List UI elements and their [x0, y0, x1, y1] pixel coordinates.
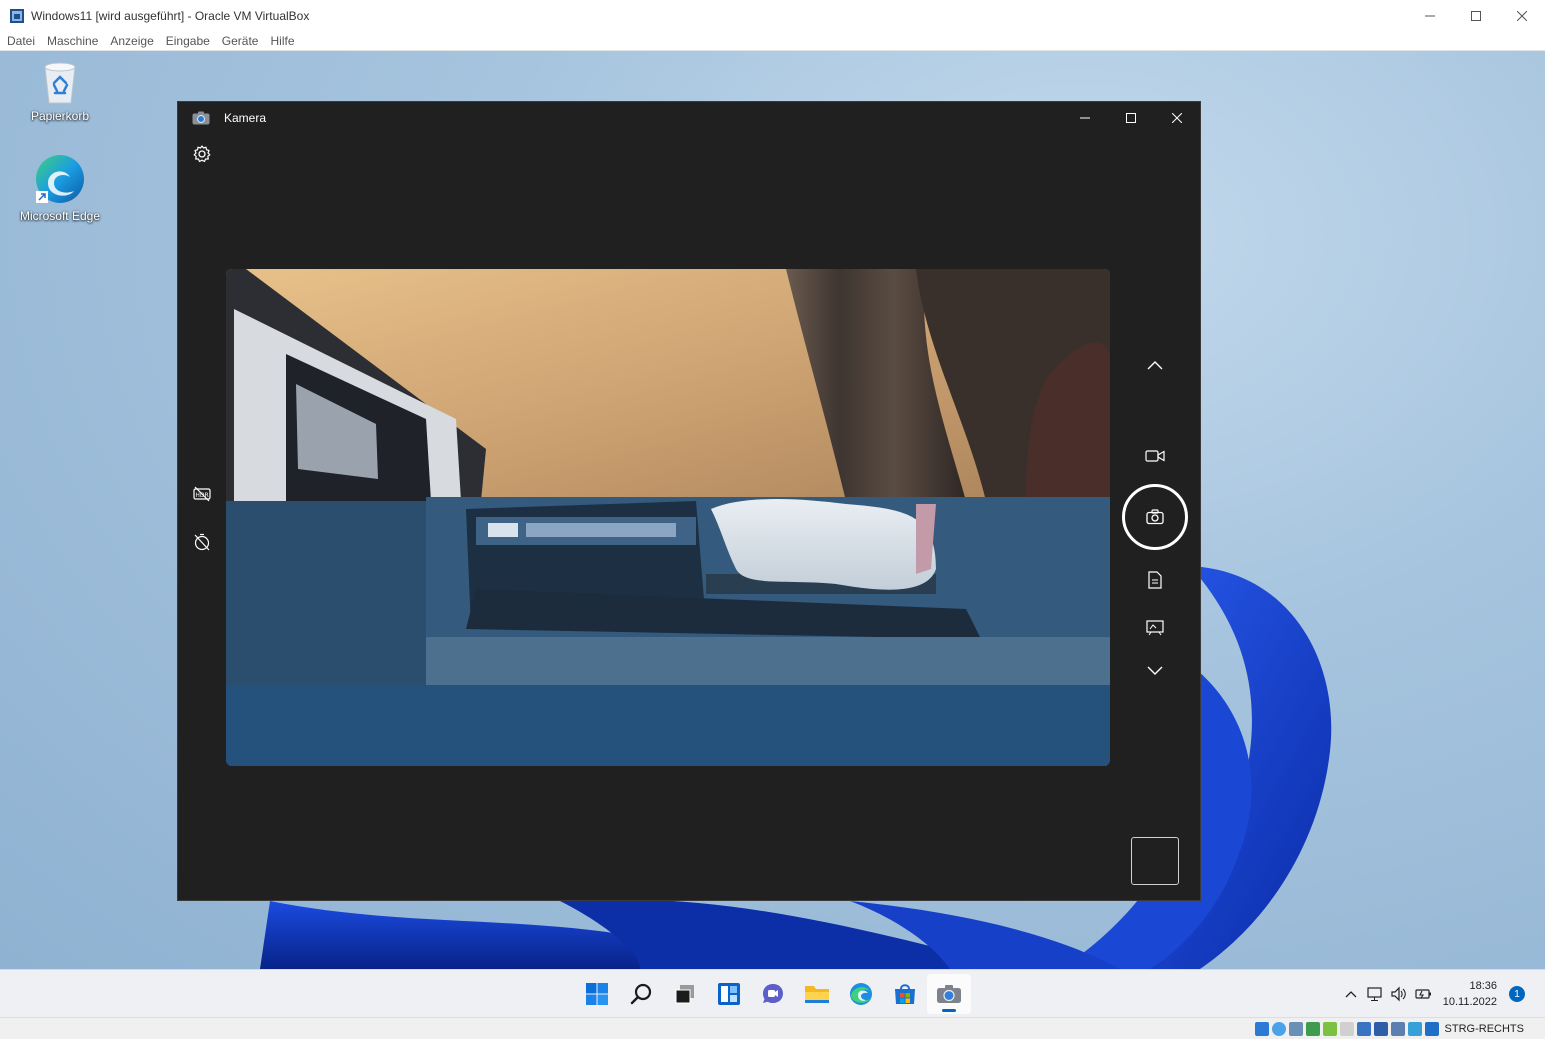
host-status-bar: STRG-RECHTS — [0, 1017, 1545, 1039]
camera-window: Kamera HDR — [177, 101, 1201, 901]
mode-scroll-up-button[interactable] — [1144, 354, 1166, 376]
recording-status-icon[interactable] — [1373, 1021, 1388, 1036]
mode-scroll-down-button[interactable] — [1144, 660, 1166, 682]
host-window-title: Windows11 [wird ausgeführt] - Oracle VM … — [31, 8, 310, 23]
whiteboard-icon — [1146, 620, 1164, 636]
taskbar-camera-button[interactable] — [927, 974, 971, 1014]
taskbar-widgets-button[interactable] — [707, 974, 751, 1014]
power-plug-icon — [1415, 989, 1431, 999]
last-capture-thumbnail[interactable] — [1131, 837, 1179, 885]
display-status-icon[interactable] — [1356, 1021, 1371, 1036]
shared-folders-status-icon[interactable] — [1339, 1021, 1354, 1036]
minimize-icon — [1425, 15, 1435, 16]
take-photo-button[interactable] — [1122, 484, 1188, 550]
hard-disk-status-icon[interactable] — [1254, 1021, 1269, 1036]
mode-document-button[interactable] — [1144, 569, 1166, 591]
taskbar-task-view-button[interactable] — [663, 974, 707, 1014]
desktop-icon-recycle-bin[interactable]: Papierkorb — [15, 59, 105, 123]
tray-clock[interactable]: 18:36 10.11.2022 — [1443, 978, 1497, 1010]
tray-power-button[interactable] — [1411, 982, 1435, 1006]
virtualbox-icon — [10, 8, 24, 23]
camera-minimize-button[interactable] — [1062, 102, 1108, 134]
chevron-up-icon — [1147, 361, 1163, 370]
camera-title-bar: Kamera — [178, 102, 1200, 134]
menu-anzeige[interactable]: Anzeige — [104, 34, 159, 48]
taskbar-file-explorer-button[interactable] — [795, 974, 839, 1014]
camera-maximize-button[interactable] — [1108, 102, 1154, 134]
optical-drive-status-icon[interactable] — [1271, 1021, 1286, 1036]
host-title-bar: Windows11 [wird ausgeführt] - Oracle VM … — [0, 0, 1545, 31]
document-icon — [1148, 571, 1162, 589]
shutter-inner — [1127, 489, 1183, 545]
maximize-icon — [1471, 10, 1481, 21]
timer-off-icon[interactable] — [192, 532, 212, 552]
audio-status-icon[interactable] — [1288, 1021, 1303, 1036]
close-icon — [1172, 113, 1182, 123]
taskbar-store-button[interactable] — [883, 974, 927, 1014]
menu-eingabe[interactable]: Eingabe — [160, 34, 216, 48]
mode-video-button[interactable] — [1144, 445, 1166, 467]
hdr-off-icon[interactable]: HDR — [192, 484, 212, 504]
chevron-up-icon — [1345, 991, 1357, 998]
tray-overflow-button[interactable] — [1339, 982, 1363, 1006]
clock-time: 18:36 — [1469, 980, 1497, 992]
desktop-icon-label: Microsoft Edge — [19, 209, 101, 223]
chat-icon — [763, 984, 783, 1003]
taskbar-edge-button[interactable] — [839, 974, 883, 1014]
taskbar-search-button[interactable] — [619, 974, 663, 1014]
camera-preview — [226, 269, 1110, 766]
camera-app-icon — [192, 111, 210, 125]
start-icon — [586, 983, 608, 1005]
clock-date: 10.11.2022 — [1442, 996, 1497, 1008]
chevron-down-icon — [1147, 666, 1163, 675]
menu-maschine[interactable]: Maschine — [41, 34, 104, 48]
host-key-label: STRG-RECHTS — [1444, 1022, 1524, 1035]
task-view-icon — [675, 985, 694, 1004]
video-camera-icon — [1145, 450, 1165, 462]
desktop-icon-edge[interactable]: Microsoft Edge — [15, 153, 105, 223]
guest-desktop: Papierkorb Microsoft Edge Kamera HDR — [0, 51, 1545, 969]
maximize-icon — [1126, 113, 1136, 123]
settings-gear-icon[interactable] — [192, 144, 212, 164]
menu-datei[interactable]: Datei — [0, 34, 41, 48]
tray-volume-button[interactable] — [1387, 982, 1411, 1006]
menu-hilfe[interactable]: Hilfe — [264, 34, 300, 48]
guest-taskbar: 18:36 10.11.2022 1 — [0, 969, 1545, 1017]
host-minimize-button[interactable] — [1407, 0, 1453, 31]
mode-whiteboard-button[interactable] — [1144, 617, 1166, 639]
store-icon — [895, 984, 915, 1004]
host-menu-bar: Datei Maschine Anzeige Eingabe Geräte Hi… — [0, 31, 1545, 51]
virtualization-status-icon[interactable] — [1390, 1021, 1405, 1036]
recycle-bin-icon — [44, 62, 76, 104]
taskbar-start-button[interactable] — [575, 974, 619, 1014]
camera-close-button[interactable] — [1154, 102, 1200, 134]
close-icon — [1517, 10, 1527, 21]
camera-icon — [937, 985, 961, 1003]
tray-network-button[interactable] — [1363, 982, 1387, 1006]
mouse-integration-status-icon[interactable] — [1407, 1021, 1422, 1036]
keyboard-capture-status-icon[interactable] — [1424, 1021, 1439, 1036]
edge-icon — [850, 983, 872, 1005]
usb-status-icon[interactable] — [1322, 1021, 1337, 1036]
file-explorer-icon — [805, 986, 829, 1003]
edge-icon — [36, 155, 84, 203]
camera-window-title: Kamera — [224, 111, 267, 125]
taskbar-chat-button[interactable] — [751, 974, 795, 1014]
host-maximize-button[interactable] — [1453, 0, 1499, 31]
search-icon — [630, 983, 652, 1005]
widgets-icon — [718, 983, 740, 1005]
system-tray: 18:36 10.11.2022 1 — [1339, 970, 1545, 1018]
speaker-icon — [1391, 986, 1406, 1002]
network-icon — [1367, 987, 1382, 1001]
menu-geraete[interactable]: Geräte — [216, 34, 265, 48]
host-close-button[interactable] — [1499, 0, 1545, 31]
desktop-icon-label: Papierkorb — [30, 109, 90, 123]
minimize-icon — [1080, 117, 1090, 119]
notification-badge[interactable]: 1 — [1509, 986, 1525, 1002]
camera-feed-image — [226, 269, 1110, 766]
network-status-icon[interactable] — [1305, 1021, 1320, 1036]
photo-camera-icon — [1146, 509, 1164, 525]
